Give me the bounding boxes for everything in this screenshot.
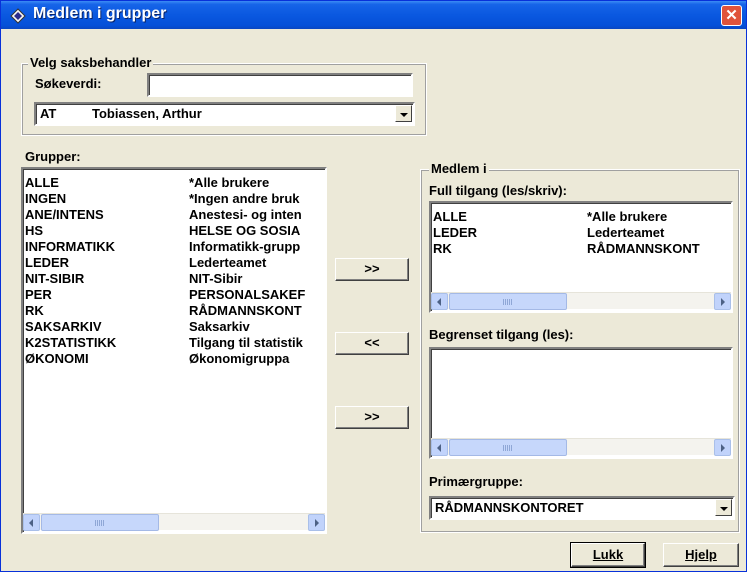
search-input[interactable] (147, 73, 413, 97)
dropdown-arrow-icon[interactable] (395, 105, 412, 122)
begrenset-tilgang-horizontal-scrollbar[interactable] (431, 438, 731, 456)
full-tilgang-viewport: ALLE *Alle brukere LEDER Lederteamet RK RÅD… (433, 209, 700, 256)
remove-button[interactable]: << (335, 332, 409, 355)
grupper-horizontal-scrollbar[interactable] (23, 513, 325, 531)
scrollbar-thumb[interactable] (449, 439, 567, 456)
scrollbar-thumb[interactable] (41, 514, 159, 531)
scroll-right-icon[interactable] (714, 439, 731, 456)
primaergruppe-select[interactable]: RÅDMANNSKONTORET (429, 496, 735, 520)
dialog-window: Medlem i grupper ✕ Velg saksbehandler Sø… (0, 0, 747, 572)
scroll-left-icon[interactable] (431, 293, 448, 310)
lukk-button[interactable]: Lukk (570, 542, 646, 568)
begrenset-tilgang-label: Begrenset tilgang (les): (429, 327, 574, 342)
add-full-access-button[interactable]: >> (335, 258, 409, 281)
full-tilgang-horizontal-scrollbar[interactable] (431, 292, 731, 310)
primaergruppe-label: Primærgruppe: (429, 474, 523, 489)
full-tilgang-list[interactable]: ALLE *Alle brukere LEDER Lederteamet RK RÅD… (429, 201, 733, 313)
close-button[interactable]: ✕ (721, 5, 742, 26)
full-tilgang-label: Full tilgang (les/skriv): (429, 183, 567, 198)
saksbehandler-code: AT (40, 106, 57, 121)
dropdown-arrow-icon[interactable] (715, 499, 732, 516)
grupper-label: Grupper: (25, 149, 81, 164)
window-title: Medlem i grupper (33, 5, 167, 22)
grupper-list[interactable]: ALLE *Alle brukere INGEN *Ingen andre bruk… (21, 167, 327, 534)
app-icon (10, 8, 26, 24)
scroll-right-icon[interactable] (308, 514, 325, 531)
saksbehandler-name: Tobiassen, Arthur (92, 106, 202, 121)
begrenset-tilgang-list[interactable] (429, 347, 733, 459)
scroll-right-icon[interactable] (714, 293, 731, 310)
medlem-i-legend: Medlem i (429, 161, 489, 176)
scrollbar-thumb[interactable] (449, 293, 567, 310)
scroll-left-icon[interactable] (23, 514, 40, 531)
search-label: Søkeverdi: (35, 76, 102, 91)
grupper-list-viewport: ALLE *Alle brukere INGEN *Ingen andre bruk… (25, 175, 306, 366)
velg-saksbehandler-legend: Velg saksbehandler (28, 55, 154, 70)
title-bar[interactable]: Medlem i grupper ✕ (1, 1, 746, 29)
hjelp-button[interactable]: Hjelp (663, 543, 739, 567)
scroll-left-icon[interactable] (431, 439, 448, 456)
saksbehandler-select[interactable]: AT Tobiassen, Arthur (34, 102, 415, 126)
add-limited-access-button[interactable]: >> (335, 406, 409, 429)
primaergruppe-value: RÅDMANNSKONTORET (435, 500, 584, 515)
